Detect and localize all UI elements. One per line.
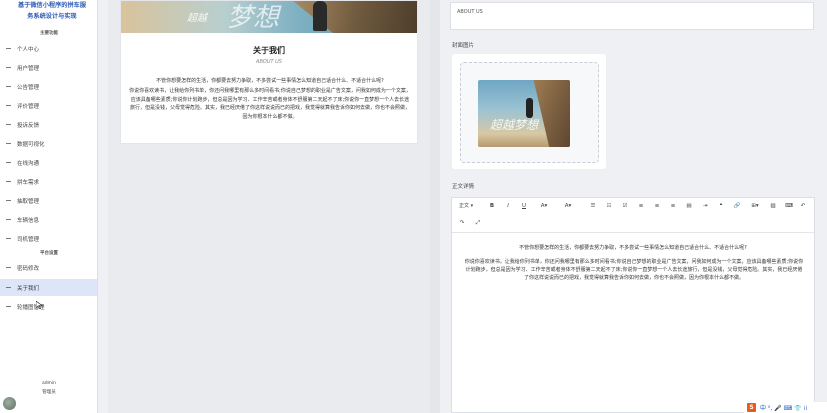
sidebar-item-label: 个人中心 xyxy=(17,46,40,53)
sidebar-item-label: 公告管理 xyxy=(17,84,40,91)
align-left-icon[interactable]: ≡ xyxy=(635,200,647,212)
dash-icon xyxy=(6,67,11,68)
banner-text-big: 梦想 xyxy=(227,3,280,33)
section-main-label: 主要功能 xyxy=(40,31,58,36)
dash-icon xyxy=(6,306,11,307)
background-color-icon[interactable]: A▾ xyxy=(562,200,574,212)
sidebar-item-label: 抽取管理 xyxy=(17,198,40,205)
dash-icon xyxy=(6,86,11,87)
align-center-icon[interactable]: ≡ xyxy=(651,200,663,212)
fullscreen-icon[interactable]: ⤢ xyxy=(472,217,484,229)
sidebar-item-label: 密码修改 xyxy=(17,265,40,272)
bullet-list-icon[interactable]: ☰ xyxy=(587,200,599,212)
underline-icon[interactable]: U xyxy=(518,200,530,212)
link-icon[interactable]: 🔗 xyxy=(731,200,743,212)
sidebar-item-label: 数据可视化 xyxy=(17,141,45,148)
sidebar-item-label: 拼车需求 xyxy=(17,179,40,186)
sidebar-item[interactable]: 车辆信息 xyxy=(0,211,97,228)
scroll-divider xyxy=(430,0,440,413)
app-title-line2: 务系统设计与实现 xyxy=(27,13,77,20)
content-label: 正文详情 xyxy=(452,184,475,190)
user-role: 管理员 xyxy=(42,390,56,395)
sidebar: 基于微信小程序的拼车服 务系统设计与实现 主要功能 个人中心用户管理公告管理评价… xyxy=(0,0,98,413)
redo-icon[interactable]: ↷ xyxy=(456,217,468,229)
italic-icon[interactable]: I xyxy=(502,200,514,212)
dash-icon xyxy=(6,143,11,144)
sidebar-item-label: 车辆信息 xyxy=(17,217,40,224)
preview-subtitle: ABOUT US xyxy=(256,59,282,65)
section-platform-label: 平台设置 xyxy=(40,251,58,256)
sidebar-item[interactable]: 拼车需求 xyxy=(0,173,97,190)
bold-icon[interactable]: B xyxy=(486,200,498,212)
table-icon[interactable]: ⊞▾ xyxy=(749,200,761,212)
sidebar-item[interactable]: 在线沟通 xyxy=(0,154,97,171)
align-right-icon[interactable]: ≡ xyxy=(667,200,679,212)
mouse-cursor-icon xyxy=(36,301,43,309)
sidebar-item[interactable]: 抽取管理 xyxy=(0,192,97,209)
editor-body: 你说你喜欢读书，让我给你列书单，你还问我哪里有那么多时间看书;你说自己梦想的职业… xyxy=(464,259,804,282)
user-name: admin xyxy=(41,381,57,386)
about-preview-card: 超越 梦想 关于我们 ABOUT US 不管你想要怎样的生活，你都要去努力争取，… xyxy=(120,0,418,144)
avatar[interactable] xyxy=(3,397,16,410)
sidebar-platform-item[interactable]: 轮播图管理 xyxy=(0,298,97,315)
code-icon[interactable]: ⌨ xyxy=(783,200,795,212)
font-color-icon[interactable]: A▾ xyxy=(538,200,550,212)
indent-icon[interactable]: ⇥ xyxy=(699,200,711,212)
sidebar-item[interactable]: 个人中心 xyxy=(0,40,97,57)
ordered-list-icon[interactable]: ☷ xyxy=(603,200,615,212)
climber-figure xyxy=(313,1,327,31)
sidebar-item[interactable]: 用户管理 xyxy=(0,59,97,76)
app-title-line1: 基于微信小程序的拼车服 xyxy=(17,2,87,9)
sidebar-item[interactable]: 数据可视化 xyxy=(0,135,97,152)
subtitle-input[interactable]: ABOUT US xyxy=(450,2,814,30)
cover-label: 封面图片 xyxy=(452,43,475,49)
quote-icon[interactable]: ❝ xyxy=(715,200,727,212)
dash-icon xyxy=(6,48,11,49)
sidebar-item[interactable]: 司机管理 xyxy=(0,230,97,247)
heading-select-label: 正文 xyxy=(459,203,470,209)
app-title: 基于微信小程序的拼车服 务系统设计与实现 xyxy=(8,0,96,22)
dash-icon xyxy=(6,200,11,201)
dash-icon xyxy=(6,238,11,239)
rich-text-editor[interactable]: 正文 ▾ B I U A▾ A▾ ☰ ☷ ☑ ≡ ≡ ≡ ▤ ⇥ ❝ 🔗 ⊞▾ … xyxy=(451,197,815,413)
cover-thumbnail[interactable]: 超越梦想 xyxy=(478,80,570,147)
editor-toolbar: 正文 ▾ B I U A▾ A▾ ☰ ☷ ☑ ≡ ≡ ≡ ▤ ⇥ ❝ 🔗 ⊞▾ … xyxy=(452,198,814,233)
sidebar-platform-item[interactable]: 密码修改 xyxy=(0,259,97,276)
dash-icon xyxy=(6,124,11,125)
banner-text-small: 超越 xyxy=(187,13,207,24)
dash-icon xyxy=(6,162,11,163)
banner-image: 超越 梦想 xyxy=(121,1,417,33)
ime-status: 中 ⁰, 🎤 ⌨ 👕 ⁞⁞ xyxy=(760,405,808,412)
preview-title: 关于我们 xyxy=(253,46,285,55)
sidebar-item-label: 投诉反馈 xyxy=(17,122,40,129)
cover-thumbnail-text: 超越梦想 xyxy=(490,118,539,132)
image-icon[interactable]: ▨ xyxy=(767,200,779,212)
sidebar-platform-item[interactable]: 关于我们 xyxy=(0,279,97,296)
align-justify-icon[interactable]: ▤ xyxy=(683,200,695,212)
sidebar-item-label: 关于我们 xyxy=(17,285,40,292)
dash-icon xyxy=(6,105,11,106)
dash-icon xyxy=(6,219,11,220)
editor-lead: 不管你想要怎样的生活，你都要去努力争取，不多尝试一些事情怎么知道自己适合什么、不… xyxy=(519,245,747,251)
preview-lead: 不管你想要怎样的生活，你都要去努力争取，不多尝试一些事情怎么知道自己适合什么、不… xyxy=(156,78,384,84)
dash-icon xyxy=(6,181,11,182)
ime-logo-icon: S xyxy=(747,403,756,412)
dash-icon xyxy=(6,287,11,288)
sidebar-item-label: 在线沟通 xyxy=(17,160,40,167)
ime-toolbar[interactable]: S 中 ⁰, 🎤 ⌨ 👕 ⁞⁞ xyxy=(744,402,827,413)
sidebar-item-label: 评价管理 xyxy=(17,103,40,110)
sidebar-item-label: 司机管理 xyxy=(17,236,40,243)
dash-icon xyxy=(6,267,11,268)
sidebar-item[interactable]: 公告管理 xyxy=(0,78,97,95)
preview-body: 你说你喜欢读书，让我给你列书单，你还问我哪里有那么多时间看书;你说自己梦想的职业… xyxy=(129,88,411,120)
checklist-icon[interactable]: ☑ xyxy=(619,200,631,212)
sidebar-item-label: 用户管理 xyxy=(17,65,40,72)
sidebar-item[interactable]: 评价管理 xyxy=(0,97,97,114)
sidebar-item[interactable]: 投诉反馈 xyxy=(0,116,97,133)
heading-select[interactable]: 正文 ▾ xyxy=(459,202,473,209)
undo-icon[interactable]: ↶ xyxy=(797,200,809,212)
